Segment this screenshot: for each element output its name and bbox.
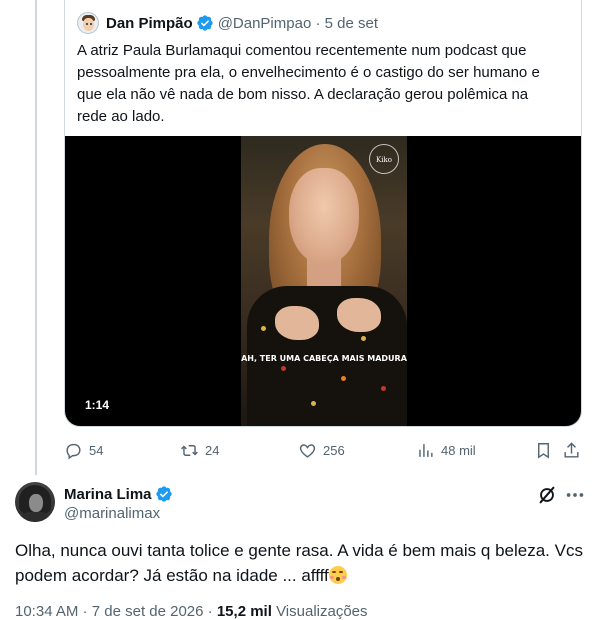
reply-author-name[interactable]: Marina Lima bbox=[64, 486, 152, 503]
comment-bubble-icon bbox=[66, 443, 81, 459]
views-button[interactable]: 48 mil bbox=[416, 438, 476, 462]
retweet-count: 24 bbox=[205, 442, 220, 458]
bar-chart-icon bbox=[419, 443, 433, 457]
quoted-author-handle[interactable]: @DanPimpao · 5 de set bbox=[218, 15, 378, 32]
reply-button[interactable]: 54 bbox=[64, 438, 103, 462]
quoted-tweet-header: Dan Pimpão @DanPimpao · 5 de set bbox=[77, 11, 378, 35]
reply-author-handle[interactable]: @marinalimax bbox=[64, 505, 160, 522]
reply-text-content: Olha, nunca ouvi tanta tolice e gente ra… bbox=[15, 541, 583, 585]
video-thumbnail: Kiko AH, TER UMA CABEÇA MAIS MADURA bbox=[241, 136, 407, 426]
video-duration: 1:14 bbox=[85, 398, 110, 412]
reply-author-avatar[interactable] bbox=[15, 482, 55, 522]
podcast-logo: Kiko bbox=[369, 144, 399, 174]
reply-author-name-row[interactable]: Marina Lima bbox=[64, 484, 173, 504]
reply-count: 54 bbox=[89, 442, 104, 458]
quoted-tweet-card[interactable]: Dan Pimpão @DanPimpao · 5 de set A atriz… bbox=[64, 0, 582, 427]
tweet-date[interactable]: 7 de set de 2026 bbox=[92, 603, 204, 620]
share-icon bbox=[564, 441, 579, 458]
bookmark-icon bbox=[538, 442, 549, 459]
like-button[interactable]: 256 bbox=[298, 438, 345, 462]
like-count: 256 bbox=[323, 442, 345, 458]
video-player[interactable]: Kiko AH, TER UMA CABEÇA MAIS MADURA 1:14 bbox=[65, 136, 581, 426]
retweet-button[interactable]: 24 bbox=[180, 438, 219, 462]
quoted-tweet-date: 5 de set bbox=[324, 14, 379, 32]
tweet-time[interactable]: 10:34 AM bbox=[15, 603, 78, 620]
verified-badge-icon bbox=[155, 486, 172, 502]
kissing-face-emoji bbox=[328, 566, 347, 584]
heart-icon bbox=[299, 443, 316, 458]
views-count: 48 mil bbox=[441, 442, 476, 458]
quoted-author-avatar[interactable] bbox=[77, 12, 99, 34]
more-dots-icon[interactable] bbox=[564, 484, 586, 506]
quoted-author-name[interactable]: Dan Pimpão bbox=[106, 15, 193, 32]
bookmark-button[interactable] bbox=[534, 438, 559, 462]
quoted-tweet-text: A atriz Paula Burlamaqui comentou recent… bbox=[77, 42, 540, 125]
tweet-views-count: 15,2 mil bbox=[216, 603, 272, 620]
share-button[interactable] bbox=[562, 438, 587, 462]
tweet-views-label: Visualizações bbox=[276, 603, 368, 620]
retweet-icon bbox=[181, 444, 198, 456]
tweet-action-bar: 54 24 256 48 mil bbox=[64, 438, 592, 462]
reply-tweet-text: Olha, nunca ouvi tanta tolice e gente ra… bbox=[15, 538, 585, 588]
verified-badge-icon bbox=[197, 15, 213, 31]
tweet-metadata: 10:34 AM · 7 de set de 2026 · 15,2 mil V… bbox=[15, 603, 368, 620]
grok-icon[interactable] bbox=[536, 484, 558, 506]
thread-connector-line bbox=[35, 0, 37, 475]
video-subtitle: AH, TER UMA CABEÇA MAIS MADURA bbox=[241, 354, 407, 363]
